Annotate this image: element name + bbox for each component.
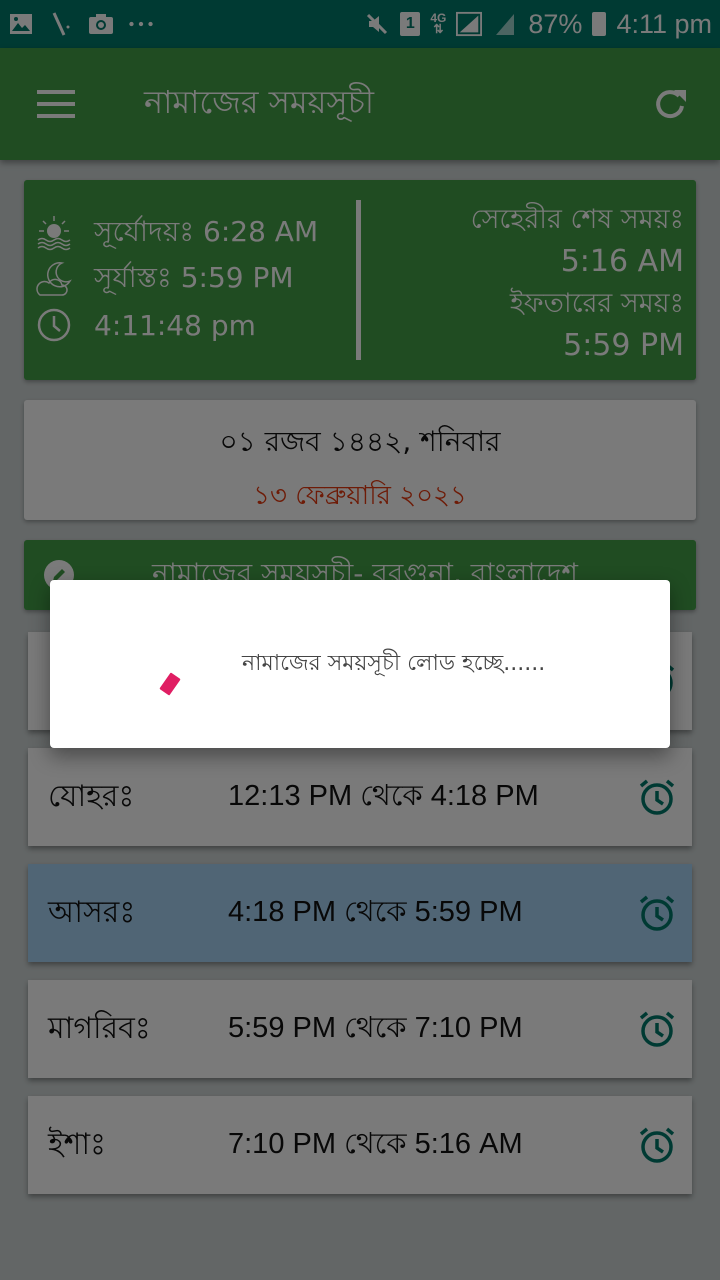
loading-message: নামাজের সময়সূচী লোড হচ্ছে...... [242,651,546,676]
loading-dialog: নামাজের সময়সূচী লোড হচ্ছে...... [50,580,670,748]
loading-spinner-icon [159,672,181,696]
